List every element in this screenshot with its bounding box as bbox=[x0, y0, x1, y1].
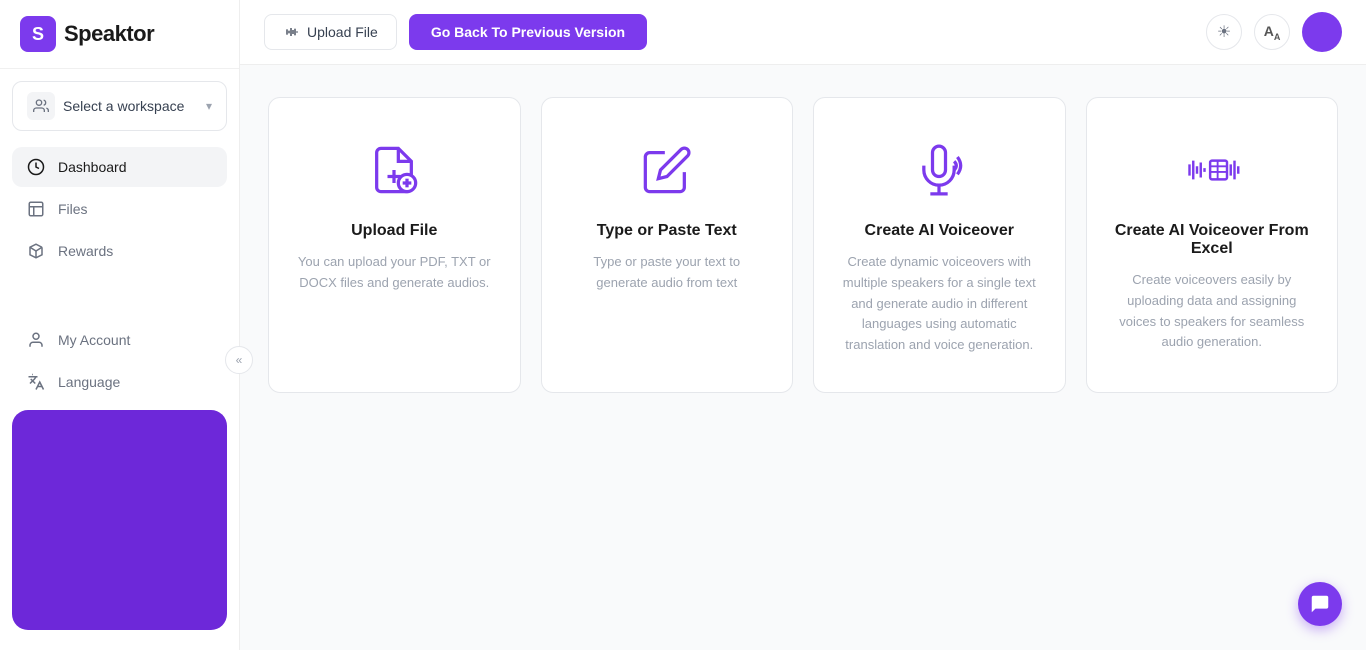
nav-items: Dashboard Files Rewards bbox=[0, 139, 239, 308]
create-ai-voiceover-excel-card[interactable]: Create AI Voiceover From Excel Create vo… bbox=[1086, 97, 1339, 393]
card-title: Type or Paste Text bbox=[597, 222, 737, 240]
avatar[interactable] bbox=[1302, 12, 1342, 52]
sidebar-bottom: My Account Language bbox=[0, 308, 239, 650]
logo-area: S Speaktor bbox=[0, 0, 239, 69]
card-description: Type or paste your text to generate audi… bbox=[570, 252, 765, 294]
ai-voiceover-icon bbox=[907, 138, 971, 202]
type-paste-text-card[interactable]: Type or Paste Text Type or paste your te… bbox=[541, 97, 794, 393]
chat-bubble-button[interactable] bbox=[1298, 582, 1342, 626]
logo-icon: S bbox=[20, 16, 56, 52]
sidebar-item-my-account[interactable]: My Account bbox=[12, 320, 227, 360]
promo-box bbox=[12, 410, 227, 630]
chat-icon bbox=[1309, 593, 1331, 615]
card-title: Create AI Voiceover From Excel bbox=[1115, 222, 1310, 258]
card-title: Upload File bbox=[351, 222, 437, 240]
account-icon bbox=[26, 330, 46, 350]
files-icon bbox=[26, 199, 46, 219]
card-description: Create dynamic voiceovers with multiple … bbox=[842, 252, 1037, 356]
sidebar-item-label: Rewards bbox=[58, 243, 113, 259]
translate-icon: AA bbox=[1264, 23, 1281, 42]
sidebar: S Speaktor Select a workspace ▾ bbox=[0, 0, 240, 650]
language-icon bbox=[26, 372, 46, 392]
sidebar-item-label: Language bbox=[58, 374, 120, 390]
header-left: Upload File Go Back To Previous Version bbox=[264, 14, 647, 50]
dashboard-icon bbox=[26, 157, 46, 177]
sidebar-item-files[interactable]: Files bbox=[12, 189, 227, 229]
sidebar-item-rewards[interactable]: Rewards bbox=[12, 231, 227, 271]
chevron-down-icon: ▾ bbox=[206, 99, 212, 113]
sidebar-item-label: My Account bbox=[58, 332, 130, 348]
go-back-button[interactable]: Go Back To Previous Version bbox=[409, 14, 647, 50]
sidebar-item-label: Files bbox=[58, 201, 88, 217]
card-title: Create AI Voiceover bbox=[865, 222, 1014, 240]
upload-file-button[interactable]: Upload File bbox=[264, 14, 397, 50]
header-right: ☀ AA bbox=[1206, 12, 1342, 52]
workspace-selector[interactable]: Select a workspace ▾ bbox=[12, 81, 227, 131]
cards-grid: Upload File You can upload your PDF, TXT… bbox=[268, 97, 1338, 393]
sidebar-item-language[interactable]: Language bbox=[12, 362, 227, 402]
workspace-icon bbox=[27, 92, 55, 120]
type-paste-icon bbox=[635, 138, 699, 202]
sidebar-item-dashboard[interactable]: Dashboard bbox=[12, 147, 227, 187]
sidebar-item-label: Dashboard bbox=[58, 159, 127, 175]
waveform-icon bbox=[283, 24, 299, 40]
upload-file-icon bbox=[362, 138, 426, 202]
main-content: Upload File Go Back To Previous Version … bbox=[240, 0, 1366, 650]
logo-text: Speaktor bbox=[64, 21, 154, 47]
card-description: Create voiceovers easily by uploading da… bbox=[1115, 270, 1310, 353]
card-description: You can upload your PDF, TXT or DOCX fil… bbox=[297, 252, 492, 294]
header: Upload File Go Back To Previous Version … bbox=[240, 0, 1366, 65]
sidebar-collapse-button[interactable]: « bbox=[225, 346, 253, 374]
create-ai-voiceover-card[interactable]: Create AI Voiceover Create dynamic voice… bbox=[813, 97, 1066, 393]
upload-file-card[interactable]: Upload File You can upload your PDF, TXT… bbox=[268, 97, 521, 393]
ai-voiceover-excel-icon bbox=[1180, 138, 1244, 202]
rewards-icon bbox=[26, 241, 46, 261]
content-area: Upload File You can upload your PDF, TXT… bbox=[240, 65, 1366, 650]
sun-icon: ☀ bbox=[1217, 22, 1231, 42]
workspace-label: Select a workspace bbox=[63, 98, 184, 114]
translate-button[interactable]: AA bbox=[1254, 14, 1290, 50]
theme-toggle-button[interactable]: ☀ bbox=[1206, 14, 1242, 50]
